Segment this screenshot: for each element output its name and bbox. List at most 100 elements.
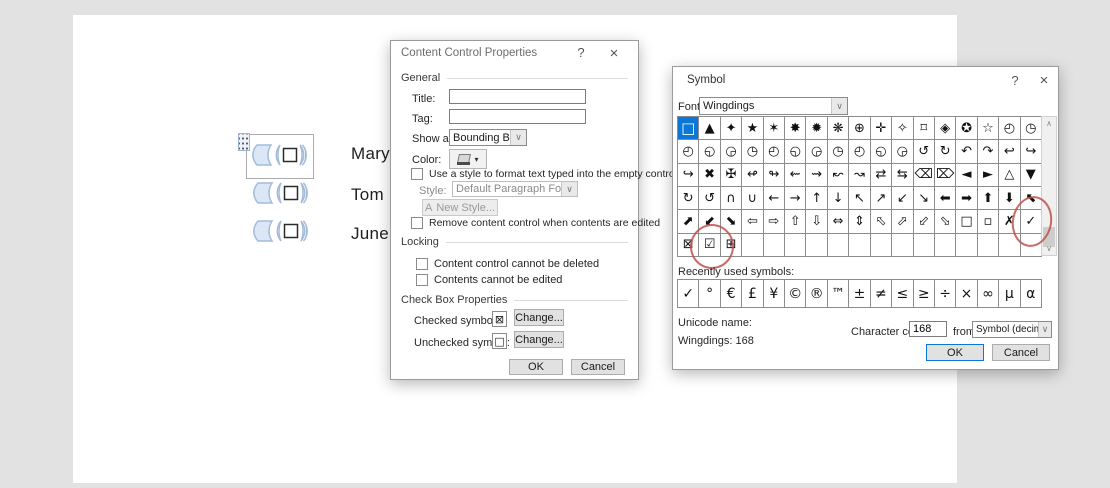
symbol-cell[interactable]: ◶ <box>720 140 743 164</box>
recent-symbol-cell[interactable]: ≠ <box>870 280 893 308</box>
symbol-cell[interactable] <box>870 233 893 257</box>
symbol-cell[interactable]: ◄ <box>956 163 978 187</box>
help-icon[interactable]: ? <box>1006 73 1024 88</box>
recent-symbol-cell[interactable]: α <box>1020 280 1042 308</box>
symbol-cell[interactable]: □ <box>956 210 978 234</box>
symbol-cell[interactable]: ↪ <box>1020 140 1042 164</box>
symbol-cell[interactable]: ⇕ <box>849 210 871 234</box>
close-icon[interactable]: × <box>1035 72 1053 89</box>
chevron-down-icon[interactable]: ∨ <box>1038 322 1051 337</box>
symbol-cell[interactable]: ◷ <box>827 140 850 164</box>
symbol-cell[interactable]: ◶ <box>892 140 914 164</box>
symbol-cell[interactable]: ↻ <box>678 187 700 211</box>
symbol-cell[interactable]: ⇨ <box>763 210 786 234</box>
scroll-down-icon[interactable]: ∨ <box>1042 242 1056 255</box>
symbol-cell[interactable]: ← <box>763 187 786 211</box>
symbol-cell[interactable]: ⬃ <box>913 210 935 234</box>
recent-symbol-cell[interactable]: ÷ <box>934 280 957 308</box>
symbol-cell[interactable]: ⇩ <box>806 210 828 234</box>
recent-symbol-cell[interactable]: ® <box>806 280 828 308</box>
symbol-cell[interactable]: ✠ <box>720 163 743 187</box>
symbol-cell[interactable]: → <box>785 187 807 211</box>
symbol-cell[interactable]: ⇆ <box>892 163 914 187</box>
symbol-cell[interactable]: ↷ <box>977 140 1000 164</box>
symbol-cell[interactable]: ◴ <box>763 140 786 164</box>
symbol-cell[interactable]: ☆ <box>977 117 1000 141</box>
symbol-cell[interactable]: ◵ <box>870 140 893 164</box>
symbol-cell[interactable]: ↙ <box>892 187 914 211</box>
symbol-cell[interactable]: ✶ <box>763 117 786 141</box>
symbol-cell[interactable]: ◴ <box>678 140 700 164</box>
recent-symbol-cell[interactable]: ≤ <box>892 280 914 308</box>
close-icon[interactable]: × <box>605 45 623 62</box>
symbol-cell[interactable]: ❋ <box>827 117 850 141</box>
recent-symbol-cell[interactable]: ° <box>699 280 721 308</box>
symbol-cell[interactable] <box>763 233 786 257</box>
symbol-cell[interactable]: ⌑ <box>913 117 935 141</box>
recent-symbol-cell[interactable]: µ <box>999 280 1021 308</box>
symbol-cell[interactable]: ⊕ <box>849 117 871 141</box>
scroll-up-icon[interactable]: ∧ <box>1042 117 1056 130</box>
symbol-cell[interactable]: ⬂ <box>934 210 957 234</box>
symbol-cell[interactable]: ∪ <box>742 187 764 211</box>
symbol-cell[interactable]: ↑ <box>806 187 828 211</box>
symbol-cell[interactable]: ✛ <box>870 117 893 141</box>
recent-symbol-cell[interactable]: × <box>956 280 978 308</box>
symbol-cell[interactable] <box>785 233 807 257</box>
tag-input[interactable] <box>449 109 586 124</box>
symbol-cell[interactable]: ⇧ <box>785 210 807 234</box>
symbol-cell[interactable]: ✦ <box>720 117 743 141</box>
symbol-cell[interactable]: ↪ <box>678 163 700 187</box>
symbol-cell[interactable]: ↩ <box>999 140 1021 164</box>
symbol-cell[interactable] <box>742 233 764 257</box>
symbol-cell[interactable]: ◶ <box>806 140 828 164</box>
symbol-cell[interactable]: ↺ <box>699 187 721 211</box>
symbol-cell[interactable]: ◵ <box>785 140 807 164</box>
symbol-cell[interactable]: ◷ <box>1020 117 1042 141</box>
symbol-cell[interactable]: ✧ <box>892 117 914 141</box>
symbol-cell[interactable]: ↬ <box>763 163 786 187</box>
symbol-cell[interactable]: ↜ <box>827 163 850 187</box>
recent-symbol-cell[interactable]: ± <box>849 280 871 308</box>
symbol-cell[interactable]: ⌫ <box>913 163 935 187</box>
symbol-cell[interactable]: ◵ <box>699 140 721 164</box>
symbol-cell[interactable]: ⬅ <box>934 187 957 211</box>
symbol-cell[interactable] <box>806 233 828 257</box>
symbol-cell[interactable]: ⬆ <box>977 187 1000 211</box>
content-control-drag-handle[interactable] <box>238 133 250 151</box>
symbol-cell[interactable]: ➡ <box>956 187 978 211</box>
cancel-button[interactable]: Cancel <box>571 359 625 375</box>
recent-symbol-cell[interactable]: ¥ <box>763 280 786 308</box>
symbol-cell[interactable] <box>956 233 978 257</box>
symbol-cell[interactable]: ↓ <box>827 187 850 211</box>
symbol-cell[interactable]: ◴ <box>849 140 871 164</box>
symbol-cell[interactable]: ↗ <box>870 187 893 211</box>
symbol-cell[interactable]: ↻ <box>934 140 957 164</box>
change-unchecked-button[interactable]: Change... <box>514 331 564 348</box>
symbol-cell[interactable]: ✖ <box>699 163 721 187</box>
chevron-down-icon[interactable]: ∨ <box>831 98 847 114</box>
symbol-cell[interactable]: ⌦ <box>934 163 957 187</box>
symbol-cell[interactable]: ↫ <box>742 163 764 187</box>
symbol-cell[interactable]: ▫ <box>977 210 1000 234</box>
symbol-cell[interactable] <box>892 233 914 257</box>
symbol-cell[interactable]: ◴ <box>999 117 1021 141</box>
show-as-dropdown[interactable]: Bounding Box ∨ <box>449 129 527 146</box>
help-icon[interactable]: ? <box>572 45 590 60</box>
symbol-cell[interactable]: ↶ <box>956 140 978 164</box>
remove-control-checkbox[interactable] <box>411 217 423 229</box>
recent-symbol-cell[interactable]: ™ <box>827 280 850 308</box>
symbol-cell[interactable]: ✸ <box>785 117 807 141</box>
use-style-checkbox[interactable] <box>411 168 423 180</box>
cancel-button[interactable]: Cancel <box>992 344 1050 361</box>
symbol-cell[interactable]: ✪ <box>956 117 978 141</box>
symbol-cell[interactable]: ⇔ <box>827 210 850 234</box>
symbol-cell[interactable]: ◷ <box>742 140 764 164</box>
symbol-cell[interactable]: ↺ <box>913 140 935 164</box>
symbol-cell[interactable]: □ <box>678 117 700 141</box>
from-dropdown[interactable]: Symbol (decimal) ∨ <box>972 321 1052 338</box>
checkbox-content-control-june[interactable] <box>251 218 309 244</box>
recent-symbol-cell[interactable]: £ <box>742 280 764 308</box>
font-dropdown[interactable]: Wingdings ∨ <box>699 97 848 115</box>
symbol-cell[interactable]: ★ <box>742 117 764 141</box>
